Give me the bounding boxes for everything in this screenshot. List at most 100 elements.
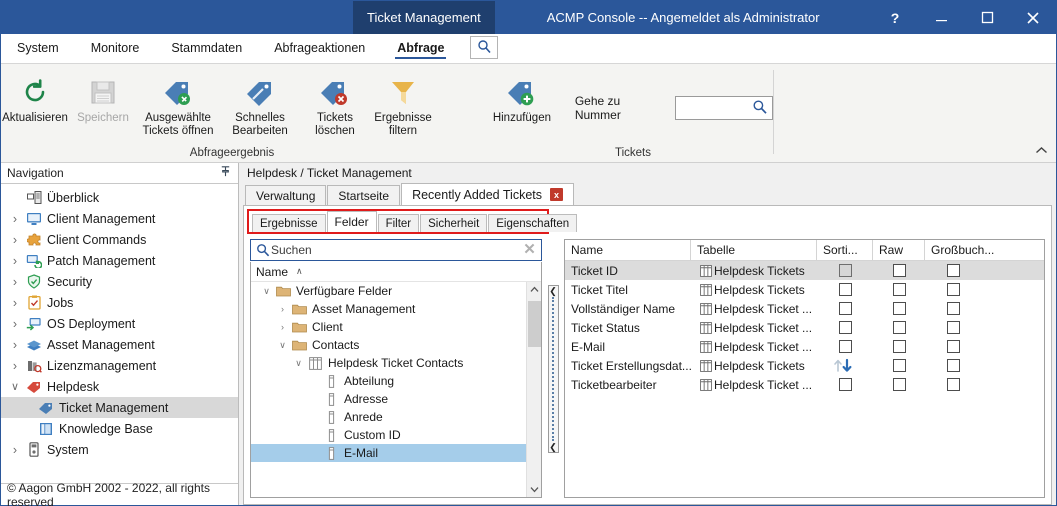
tab-close-icon[interactable]: x — [550, 188, 563, 201]
chevron-right-icon[interactable]: › — [7, 359, 23, 373]
goto-number-input[interactable] — [675, 96, 773, 120]
cell-sortierung[interactable] — [817, 280, 873, 299]
sidebar-item-uberblick[interactable]: Überblick — [1, 187, 238, 208]
cell-grossbuchstaben[interactable] — [925, 261, 1044, 280]
uppercase-checkbox[interactable] — [947, 378, 960, 391]
scroll-down-icon[interactable] — [530, 482, 539, 497]
cell-grossbuchstaben[interactable] — [925, 299, 1044, 318]
sidebar-item-ticket-management[interactable]: Ticket Management — [1, 397, 238, 418]
table-row[interactable]: Ticket Status Helpdesk Ticket ... — [565, 318, 1044, 337]
cell-sortierung[interactable] — [817, 356, 873, 375]
clear-icon[interactable]: ✕ — [521, 243, 538, 257]
cell-raw[interactable] — [873, 337, 925, 356]
uppercase-checkbox[interactable] — [947, 359, 960, 372]
sidebar-item-asset-management[interactable]: › Asset Management — [1, 334, 238, 355]
sidebar-item-os-deployment[interactable]: › OS Deployment — [1, 313, 238, 334]
chevron-right-icon[interactable]: › — [7, 212, 23, 226]
cell-sortierung[interactable] — [817, 337, 873, 356]
close-button[interactable] — [1010, 1, 1056, 34]
cell-grossbuchstaben[interactable] — [925, 356, 1044, 375]
tree-node-custom-id[interactable]: Custom ID — [251, 426, 526, 444]
ribbon-collapse-button[interactable] — [1035, 146, 1048, 158]
ribbon-search-button[interactable] — [470, 36, 498, 59]
sidebar-item-jobs[interactable]: › Jobs — [1, 292, 238, 313]
sidebar-item-lizenzmanagement[interactable]: › Lizenzmanagement — [1, 355, 238, 376]
cell-raw[interactable] — [873, 375, 925, 394]
tab-felder[interactable]: Felder — [327, 211, 377, 232]
table-row[interactable]: Ticket ID Helpdesk Tickets — [565, 261, 1044, 280]
collapse-left-arrow-top-icon[interactable]: ❮ — [549, 287, 557, 295]
tree-node-e-mail[interactable]: E-Mail — [251, 444, 526, 462]
delete-tickets-button[interactable]: Tickets löschen — [301, 70, 369, 138]
uppercase-checkbox[interactable] — [947, 321, 960, 334]
tab-recently-added-tickets[interactable]: Recently Added Tickets x — [401, 183, 574, 205]
chevron-down-icon[interactable]: ∨ — [7, 380, 23, 393]
tree-node-abteilung[interactable]: Abteilung — [251, 372, 526, 390]
cell-grossbuchstaben[interactable] — [925, 375, 1044, 394]
uppercase-checkbox[interactable] — [947, 340, 960, 353]
ribbon-tab-stammdaten[interactable]: Stammdaten — [155, 34, 258, 62]
chevron-down-icon[interactable]: ∨ — [259, 286, 274, 297]
table-row[interactable]: Ticket Titel Helpdesk Tickets — [565, 280, 1044, 299]
tree-node-verfugbare-felder[interactable]: ∨ Verfügbare Felder — [251, 282, 526, 300]
uppercase-checkbox[interactable] — [947, 302, 960, 315]
field-search-box[interactable]: Suchen ✕ — [250, 239, 542, 261]
tab-eigenschaften[interactable]: Eigenschaften — [488, 214, 577, 232]
cell-raw[interactable] — [873, 318, 925, 337]
minimize-button[interactable] — [918, 1, 964, 34]
tree-node-anrede[interactable]: Anrede — [251, 408, 526, 426]
quick-edit-button[interactable]: Schnelles Bearbeiten — [219, 70, 301, 138]
sidebar-item-helpdesk[interactable]: ∨ Helpdesk — [1, 376, 238, 397]
ribbon-tab-system[interactable]: System — [1, 34, 75, 62]
sidebar-item-security[interactable]: › Security — [1, 271, 238, 292]
raw-checkbox[interactable] — [893, 321, 906, 334]
cell-sortierung[interactable] — [817, 375, 873, 394]
panel-splitter[interactable]: ❮ ❮ — [542, 239, 564, 498]
cell-grossbuchstaben[interactable] — [925, 318, 1044, 337]
uppercase-checkbox[interactable] — [947, 264, 960, 277]
cell-sortierung[interactable] — [817, 261, 873, 280]
tree-column-header-name[interactable]: Name ∧ — [251, 262, 541, 282]
grid-header-raw[interactable]: Raw — [873, 240, 925, 260]
table-row[interactable]: Ticket Erstellungsdat... Helpdesk Ticket… — [565, 356, 1044, 375]
cell-grossbuchstaben[interactable] — [925, 337, 1044, 356]
tree-node-asset-management[interactable]: › Asset Management — [251, 300, 526, 318]
ribbon-tab-abfrageaktionen[interactable]: Abfrageaktionen — [258, 34, 381, 62]
grid-header-grossbuchstaben[interactable]: Großbuch... — [925, 240, 1044, 260]
chevron-right-icon[interactable]: › — [7, 254, 23, 268]
table-row[interactable]: E-Mail Helpdesk Ticket ... — [565, 337, 1044, 356]
document-tab-ticket-management[interactable]: Ticket Management — [353, 1, 495, 34]
raw-checkbox[interactable] — [893, 264, 906, 277]
chevron-right-icon[interactable]: › — [7, 296, 23, 310]
ribbon-tab-monitore[interactable]: Monitore — [75, 34, 156, 62]
tree-node-adresse[interactable]: Adresse — [251, 390, 526, 408]
add-ticket-button[interactable]: Hinzufügen — [481, 70, 563, 125]
chevron-right-icon[interactable]: › — [275, 304, 290, 314]
chevron-right-icon[interactable]: › — [7, 443, 23, 457]
tab-ergebnisse[interactable]: Ergebnisse — [252, 214, 326, 232]
cell-sortierung[interactable] — [817, 318, 873, 337]
cell-raw[interactable] — [873, 299, 925, 318]
tab-verwaltung[interactable]: Verwaltung — [245, 185, 326, 205]
cell-raw[interactable] — [873, 261, 925, 280]
tab-filter[interactable]: Filter — [378, 214, 420, 232]
goto-number-text[interactable] — [676, 100, 752, 116]
sidebar-item-knowledge-base[interactable]: Knowledge Base — [1, 418, 238, 439]
filter-results-button[interactable]: Ergebnisse filtern — [369, 70, 437, 138]
scroll-track[interactable] — [527, 297, 542, 482]
grid-header-name[interactable]: Name — [565, 240, 691, 260]
chevron-down-icon[interactable]: ∨ — [291, 358, 306, 369]
tree-node-helpdesk-ticket-contacts[interactable]: ∨ Helpdesk Ticket Contacts — [251, 354, 526, 372]
table-row[interactable]: Ticketbearbeiter Helpdesk Ticket ... — [565, 375, 1044, 394]
uppercase-checkbox[interactable] — [947, 283, 960, 296]
search-input[interactable]: Suchen — [271, 243, 521, 257]
sort-checkbox[interactable] — [839, 264, 852, 277]
tree-node-client[interactable]: › Client — [251, 318, 526, 336]
tab-startseite[interactable]: Startseite — [327, 185, 400, 205]
raw-checkbox[interactable] — [893, 283, 906, 296]
table-row[interactable]: Vollständiger Name Helpdesk Ticket ... — [565, 299, 1044, 318]
sort-descending-icon[interactable] — [833, 358, 857, 373]
splitter-bar[interactable]: ❮ ❮ — [548, 285, 559, 453]
sort-checkbox[interactable] — [839, 378, 852, 391]
help-button[interactable]: ? — [872, 1, 918, 34]
